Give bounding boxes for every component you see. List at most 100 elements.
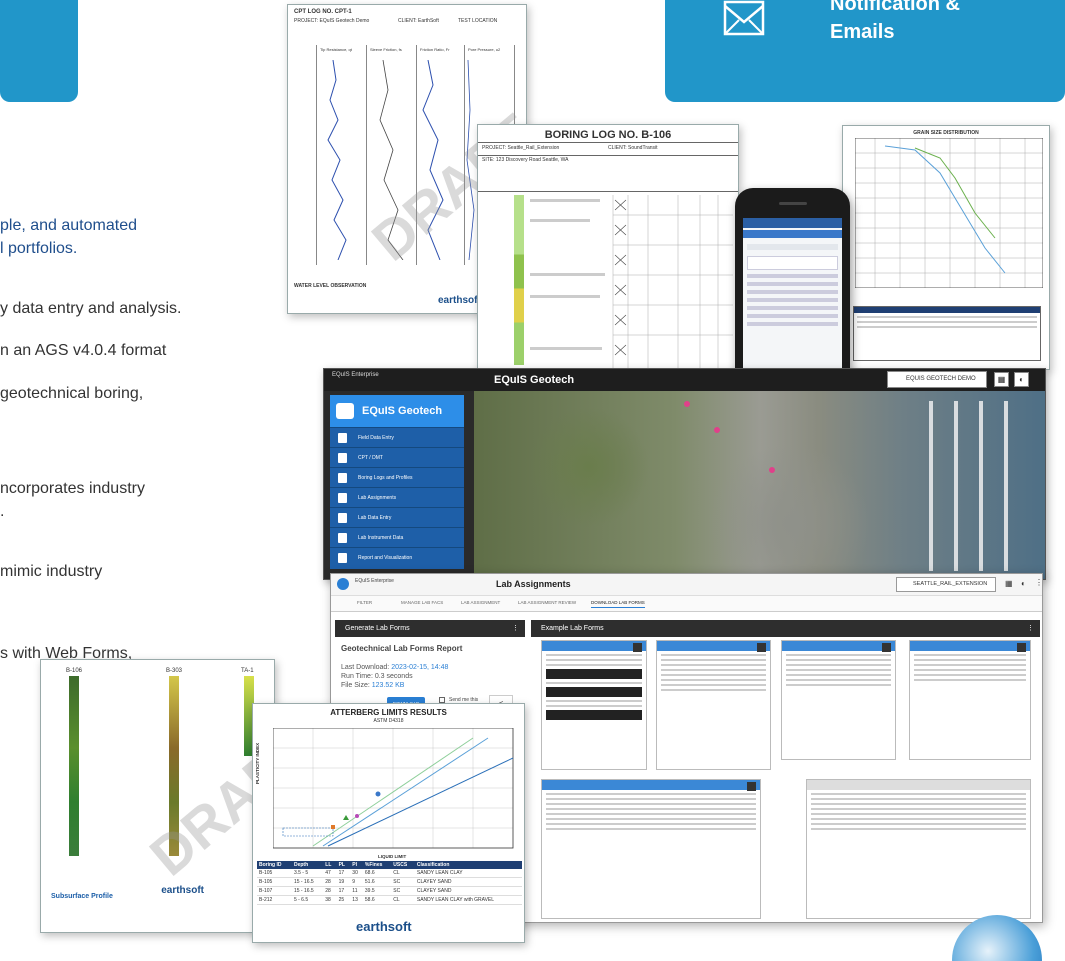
apps-grid-icon[interactable]: ▦	[1005, 579, 1013, 588]
tab-filter[interactable]: FILTER	[357, 600, 372, 605]
earthsoft-logo: earthsoft	[161, 885, 204, 896]
user-account-button[interactable]: SEATTLE_RAIL_EXTENSION	[896, 577, 996, 592]
nav-item-report-visualization[interactable]: Report and Visualization	[330, 547, 464, 567]
boring-project: PROJECT: Seattle_Rail_Extension	[482, 145, 560, 151]
nav-item-lab-assignments[interactable]: Lab Assignments	[330, 487, 464, 507]
borehole-label: B-106	[66, 668, 83, 674]
lab-brand: EQuIS Enterprise	[355, 578, 394, 584]
cpt-icon	[338, 453, 347, 463]
report-icon	[338, 553, 347, 563]
earthsoft-logo: earthsoft	[438, 295, 481, 306]
lab-title: Lab Assignments	[496, 579, 571, 589]
more-icon[interactable]: ⋮	[1035, 578, 1042, 587]
atterberg-subtitle: ASTM D4318	[373, 718, 404, 724]
boring-strata-column	[514, 195, 524, 365]
map-dock	[954, 401, 958, 571]
more-icon: ⋮	[512, 625, 519, 632]
app-topbar: EQuIS Enterprise EQuIS Geotech EQUIS GEO…	[324, 369, 1045, 391]
theme-icon[interactable]: ◐	[1021, 579, 1026, 588]
profile-label: Subsurface Profile	[51, 893, 113, 900]
boring-site: SITE: 123 Discovery Road Seattle, WA	[482, 157, 569, 163]
nav-header: EQuIS Geotech	[330, 395, 464, 427]
boring-log-document: BORING LOG NO. B-106 PROJECT: Seattle_Ra…	[477, 124, 739, 372]
example-form-thumbnail[interactable]	[781, 640, 896, 760]
bullet-line: ple, and automated	[0, 217, 137, 234]
example-panel-header: Example Lab Forms ⋮	[531, 620, 1040, 637]
map-marker[interactable]	[769, 467, 775, 473]
notification-title: Notification & Emails	[830, 0, 960, 43]
borehole-column	[69, 676, 79, 856]
table-row: B-105 3.5 - 5 47 17 30 68.6 CL SANDY LEAN CLAY	[257, 869, 522, 878]
cpt-title: CPT LOG NO. CPT-1	[294, 9, 352, 15]
generate-panel-header: Generate Lab Forms ⋮	[335, 620, 525, 637]
nav-item-lab-instrument-data[interactable]: Lab Instrument Data	[330, 527, 464, 547]
cpt-test-location: TEST LOCATION	[458, 18, 498, 24]
grain-size-document: GRAIN SIZE DISTRIBUTION	[842, 125, 1050, 370]
table-row: B-107 15 - 16.5 28 17 11 39.5 SC CLAYEY SAND	[257, 886, 522, 896]
nav-item-field-data-entry[interactable]: Field Data Entry	[330, 427, 464, 447]
tab-manage-lab-facs[interactable]: MANAGE LAB FACS	[401, 600, 443, 605]
more-icon: ⋮	[1027, 625, 1034, 632]
theme-icon[interactable]: ◐	[1014, 372, 1029, 387]
example-form-thumbnail[interactable]	[656, 640, 771, 770]
notification-card: Notification & Emails	[665, 0, 1065, 102]
grain-size-chart	[855, 138, 1043, 288]
y-axis-label: PLASTICITY INDEX	[255, 742, 260, 784]
water-level-label: WATER LEVEL OBSERVATION	[294, 283, 367, 289]
app-title: EQuIS Geotech	[494, 374, 575, 386]
bullet-line: n an AGS v4.0.4 format	[0, 342, 167, 359]
borehole-label: TA-1	[241, 668, 254, 674]
report-meta: Last Download: 2023-02-15, 14:48 Run Tim…	[341, 664, 449, 689]
boring-grid	[530, 195, 733, 370]
equis-logo-icon	[337, 578, 349, 590]
map-dock	[1004, 401, 1008, 571]
bullet-line: y data entry and analysis.	[0, 300, 182, 317]
plasticity-chart	[273, 728, 514, 849]
borehole-column	[169, 676, 179, 856]
example-form-thumbnail[interactable]	[806, 779, 1031, 919]
nav-title: EQuIS Geotech	[362, 405, 443, 417]
map-marker[interactable]	[714, 427, 720, 433]
nav-item-cpt-dmt[interactable]: CPT / DMT	[330, 447, 464, 467]
tab-download-lab-forms[interactable]: DOWNLOAD LAB FORMS	[591, 600, 645, 608]
boring-client: CLIENT: SoundTransit	[608, 145, 658, 151]
cpt-col-header: Pore Pressure, u2	[468, 47, 501, 52]
borehole-label: B-303	[166, 668, 183, 674]
bullet-line: l portfolios.	[0, 240, 78, 257]
cpt-column-divider	[316, 45, 317, 265]
example-form-thumbnail[interactable]	[541, 640, 647, 770]
user-account-button[interactable]: EQUIS GEOTECH DEMO	[887, 371, 987, 388]
lab-topbar: EQuIS Enterprise Lab Assignments SEATTLE…	[331, 574, 1042, 596]
subsurface-profile-document: B-106 B-303 TA-1 Subsurface Profile eart…	[40, 659, 275, 933]
side-navigation: EQuIS Geotech Field Data Entry CPT / DMT…	[330, 395, 464, 569]
earthsoft-logo: earthsoft	[356, 919, 412, 934]
tab-lab-assignment[interactable]: LAB ASSIGNMENT	[461, 600, 500, 605]
document-icon	[338, 473, 347, 483]
feature-card-left	[0, 0, 78, 102]
grain-chart-title: GRAIN SIZE DISTRIBUTION	[913, 130, 979, 136]
form-icon	[338, 433, 347, 443]
cpt-col-header: Tip Resistance, qt	[320, 47, 352, 52]
cpt-col-header: Friction Ratio, Fr	[420, 47, 450, 52]
example-form-thumbnail[interactable]	[909, 640, 1031, 760]
table-icon	[338, 513, 347, 523]
nav-item-boring-logs[interactable]: Boring Logs and Profiles	[330, 467, 464, 487]
satellite-map[interactable]	[474, 391, 1045, 579]
envelope-icon	[723, 0, 765, 36]
bullet-line: ncorporates industry	[0, 480, 145, 497]
table-row: B-212 5 - 6.5 38 25 13 58.6 CL SANDY LEAN CLAY…	[257, 895, 522, 905]
map-dock	[979, 401, 983, 571]
bullet-line: mimic industry	[0, 563, 103, 580]
apps-grid-icon[interactable]: ▦	[994, 372, 1009, 387]
atterberg-title: ATTERBERG LIMITS RESULTS	[330, 708, 447, 717]
cpt-project: PROJECT: EQuIS Geotech Demo	[294, 18, 370, 24]
nav-item-lab-data-entry[interactable]: Lab Data Entry	[330, 507, 464, 527]
instrument-icon	[338, 533, 347, 543]
equis-app-window: EQuIS Enterprise EQuIS Geotech EQUIS GEO…	[323, 368, 1046, 580]
tab-lab-assignment-review[interactable]: LAB ASSIGNMENT REVIEW	[518, 600, 576, 605]
map-marker[interactable]	[684, 401, 690, 407]
example-form-thumbnail[interactable]	[541, 779, 761, 919]
atterberg-limits-document: ATTERBERG LIMITS RESULTS ASTM D4318 LIQU…	[252, 703, 525, 943]
cpt-col-header: Sleeve Friction, fs	[370, 47, 402, 52]
grain-table	[853, 306, 1041, 361]
